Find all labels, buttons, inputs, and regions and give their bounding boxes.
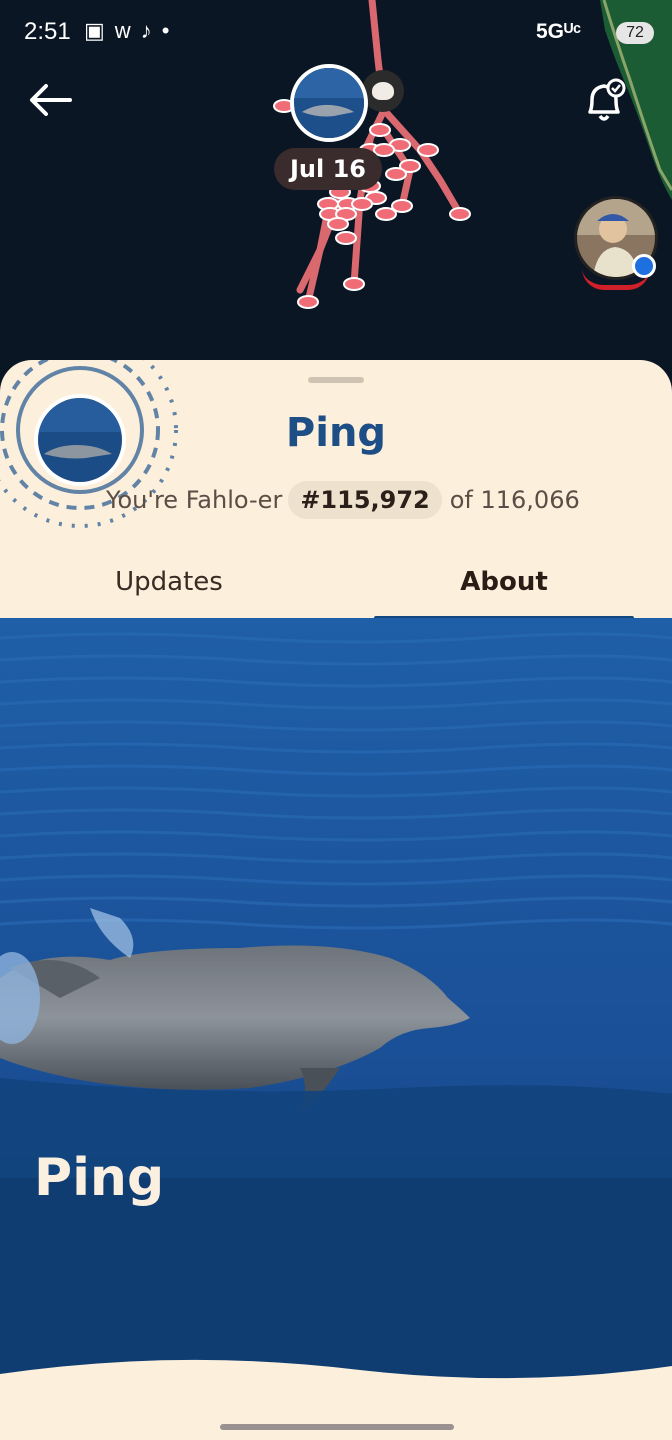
hero-title: Ping (34, 1148, 165, 1208)
route-point (343, 277, 365, 291)
secondary-animal-marker[interactable] (362, 70, 404, 112)
w-app-label: w (114, 18, 131, 43)
route-point (385, 167, 407, 181)
route-point (351, 197, 373, 211)
sheet-drag-handle[interactable] (308, 377, 364, 383)
route-point (297, 295, 319, 309)
route-point (335, 231, 357, 245)
tab-updates[interactable]: Updates (54, 560, 284, 616)
rank-prefix: You're Fahlo-er (106, 486, 283, 514)
notification-dot: • (161, 18, 170, 43)
status-bar: 2:51 ▣ w ♪ • 5Gᵁᶜ 72 (0, 0, 672, 66)
tiktok-icon: ♪ (140, 18, 152, 43)
route-point (375, 207, 397, 221)
tab-bar: Updates About (0, 560, 672, 616)
route-point (417, 143, 439, 157)
rank-line: You're Fahlo-er #115,972 of 116,066 (106, 480, 626, 520)
dolphin-avatar-image (38, 398, 122, 482)
home-indicator[interactable] (220, 1424, 454, 1430)
route-point (449, 207, 471, 221)
animal-avatar (34, 394, 126, 486)
notification-bell-button[interactable] (578, 74, 630, 126)
bell-check-icon (588, 78, 626, 121)
dolphin-hero-image (0, 618, 672, 1440)
tracking-map[interactable]: 2:51 ▣ w ♪ • 5Gᵁᶜ 72 Jul 16 (0, 0, 672, 380)
route-point (327, 217, 349, 231)
rank-badge: #115,972 (288, 481, 442, 519)
shell-icon (372, 82, 394, 100)
back-button[interactable] (26, 80, 76, 120)
battery-icon: 72 (616, 22, 654, 44)
dolphin-thumbnail (294, 68, 364, 138)
route-point (369, 123, 391, 137)
rank-suffix: of 116,066 (449, 486, 580, 514)
arrow-left-icon (30, 84, 72, 116)
status-time: 2:51 (24, 18, 71, 45)
animal-name-text: Ping (285, 410, 387, 456)
animal-name: Ping (240, 410, 432, 466)
tab-about[interactable]: About (374, 560, 634, 616)
profile-sheet[interactable]: Ping You're Fahlo-er #115,972 of 116,066… (0, 360, 672, 1440)
status-app-icons: ▣ w ♪ • (84, 18, 169, 44)
animal-location-marker[interactable] (290, 64, 368, 142)
route-point (373, 143, 395, 157)
screen-record-icon: ▣ (84, 18, 105, 43)
chat-badge-icon (632, 254, 656, 278)
date-label: Jul 16 (274, 148, 382, 190)
network-indicator: 5Gᵁᶜ (536, 20, 582, 43)
hero-section: Ping (0, 618, 672, 1440)
